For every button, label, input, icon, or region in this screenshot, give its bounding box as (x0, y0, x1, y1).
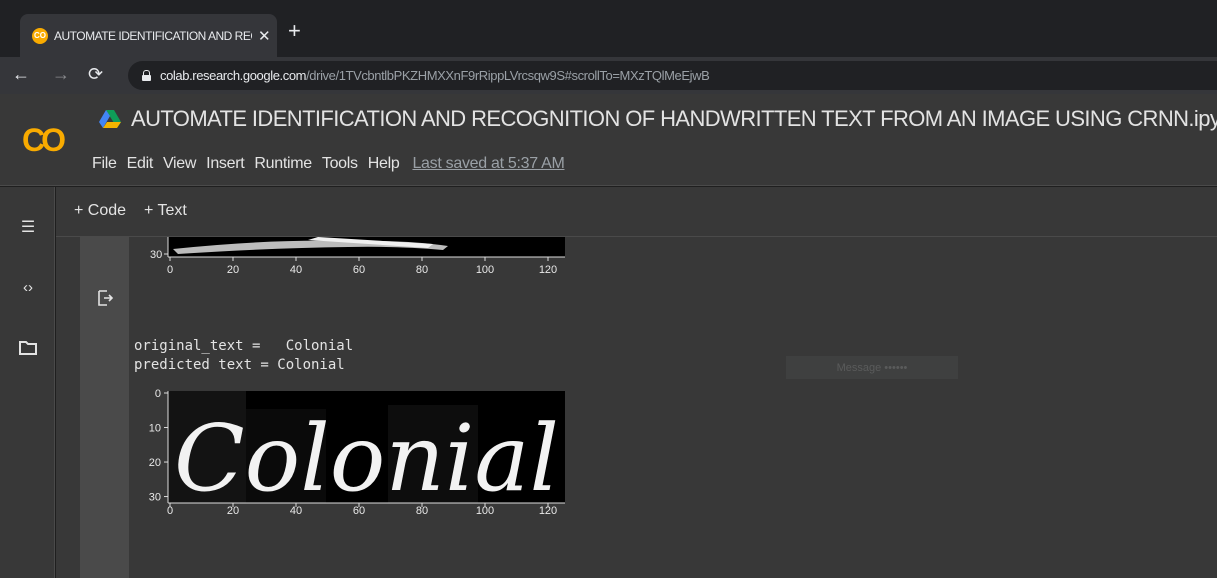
browser-tab[interactable]: CO AUTOMATE IDENTIFICATION AND RECOGNITI… (20, 14, 277, 57)
menu-view[interactable]: View (163, 155, 197, 173)
x-tick-label: 20 (227, 264, 239, 276)
browser-toolbar: ← → ⟳ colab.research.google.com/drive/1T… (0, 57, 1217, 94)
menu-runtime[interactable]: Runtime (254, 155, 312, 173)
cell-output-region: original_text = Colonial predicted text … (56, 237, 1217, 578)
reload-icon[interactable]: ⟳ (88, 64, 103, 84)
back-arrow-icon[interactable]: ← (12, 64, 30, 84)
tab-title: AUTOMATE IDENTIFICATION AND RECOGNITION … (54, 28, 252, 43)
top-plot-x-ticks: 0 20 40 60 80 100 120 (167, 257, 557, 276)
new-tab-icon[interactable]: + (288, 20, 301, 42)
menu-insert[interactable]: Insert (206, 155, 245, 173)
forward-arrow-icon[interactable]: → (52, 64, 70, 84)
x-tick-label: 60 (353, 505, 365, 515)
close-tab-icon[interactable]: ✕ (258, 27, 271, 45)
browser-tab-strip: CO AUTOMATE IDENTIFICATION AND RECOGNITI… (0, 0, 1217, 57)
x-tick-label: 80 (416, 264, 428, 276)
colab-header: CO AUTOMATE IDENTIFICATION AND RECOGNITI… (0, 94, 1217, 186)
x-tick-label: 0 (167, 264, 173, 276)
menu-file[interactable]: File (92, 155, 117, 173)
bottom-plot-svg: Colonial 0 10 20 30 0 20 40 60 80 100 120 (149, 388, 565, 515)
add-code-button[interactable]: + Code (74, 202, 126, 220)
menu-edit[interactable]: Edit (127, 155, 154, 173)
x-tick-label: 40 (290, 505, 302, 515)
menu-help[interactable]: Help (368, 155, 400, 173)
x-tick-label: 40 (290, 264, 302, 276)
colab-logo[interactable]: CO (22, 122, 66, 159)
favicon-text: CO (34, 31, 46, 40)
handwritten-word: Colonial (174, 405, 559, 512)
faint-message-box: Message •••••• (786, 356, 958, 379)
url-path: /drive/1TVcbntlbPKZHMXXnF9rRippLVrcsqw9S… (306, 68, 710, 83)
x-tick-label: 120 (539, 264, 557, 276)
x-tick-label: 80 (416, 505, 428, 515)
table-of-contents-icon[interactable]: ☰ (17, 217, 39, 237)
x-tick-label: 120 (539, 505, 557, 515)
y-tick-label: 0 (155, 388, 161, 400)
x-tick-label: 60 (353, 264, 365, 276)
x-tick-label: 0 (167, 505, 173, 515)
bottom-plot: Colonial 0 10 20 30 0 20 40 60 80 100 120 (148, 387, 568, 515)
top-plot-svg: 30 0 20 40 60 80 100 120 (150, 237, 565, 276)
menu-tools[interactable]: Tools (322, 155, 358, 173)
menu-bar: File Edit View Insert Runtime Tools Help… (92, 155, 565, 173)
y-tick-label: 30 (149, 492, 161, 504)
x-tick-label: 100 (476, 505, 494, 515)
top-plot-y-tick: 30 (150, 249, 162, 261)
left-rail: ☰ ‹› (0, 187, 55, 578)
x-tick-label: 100 (476, 264, 494, 276)
predicted-text-line: predicted text = Colonial (134, 357, 345, 373)
code-snippets-icon[interactable]: ‹› (17, 279, 39, 296)
y-tick-label: 20 (149, 457, 161, 469)
x-tick-label: 20 (227, 505, 239, 515)
address-bar[interactable]: colab.research.google.com/drive/1TVcbntl… (128, 61, 1217, 90)
add-text-button[interactable]: + Text (144, 202, 187, 220)
notebook-title[interactable]: AUTOMATE IDENTIFICATION AND RECOGNITION … (131, 106, 1217, 132)
lock-icon[interactable] (142, 70, 151, 81)
cell-toolbar: + Code + Text (56, 187, 1217, 237)
output-actions-icon[interactable] (96, 289, 114, 307)
original-text-line: original_text = Colonial (134, 338, 354, 354)
colab-favicon-icon: CO (32, 27, 48, 44)
top-plot: 30 0 20 40 60 80 100 120 (148, 237, 568, 287)
text-output: original_text = Colonial predicted text … (134, 337, 353, 375)
y-tick-label: 10 (149, 423, 161, 435)
files-folder-icon[interactable] (17, 340, 39, 360)
google-drive-icon[interactable] (99, 110, 121, 128)
bottom-plot-y-ticks: 0 10 20 30 (149, 388, 168, 504)
url-host: colab.research.google.com (160, 68, 307, 83)
last-saved-link[interactable]: Last saved at 5:37 AM (412, 155, 564, 173)
